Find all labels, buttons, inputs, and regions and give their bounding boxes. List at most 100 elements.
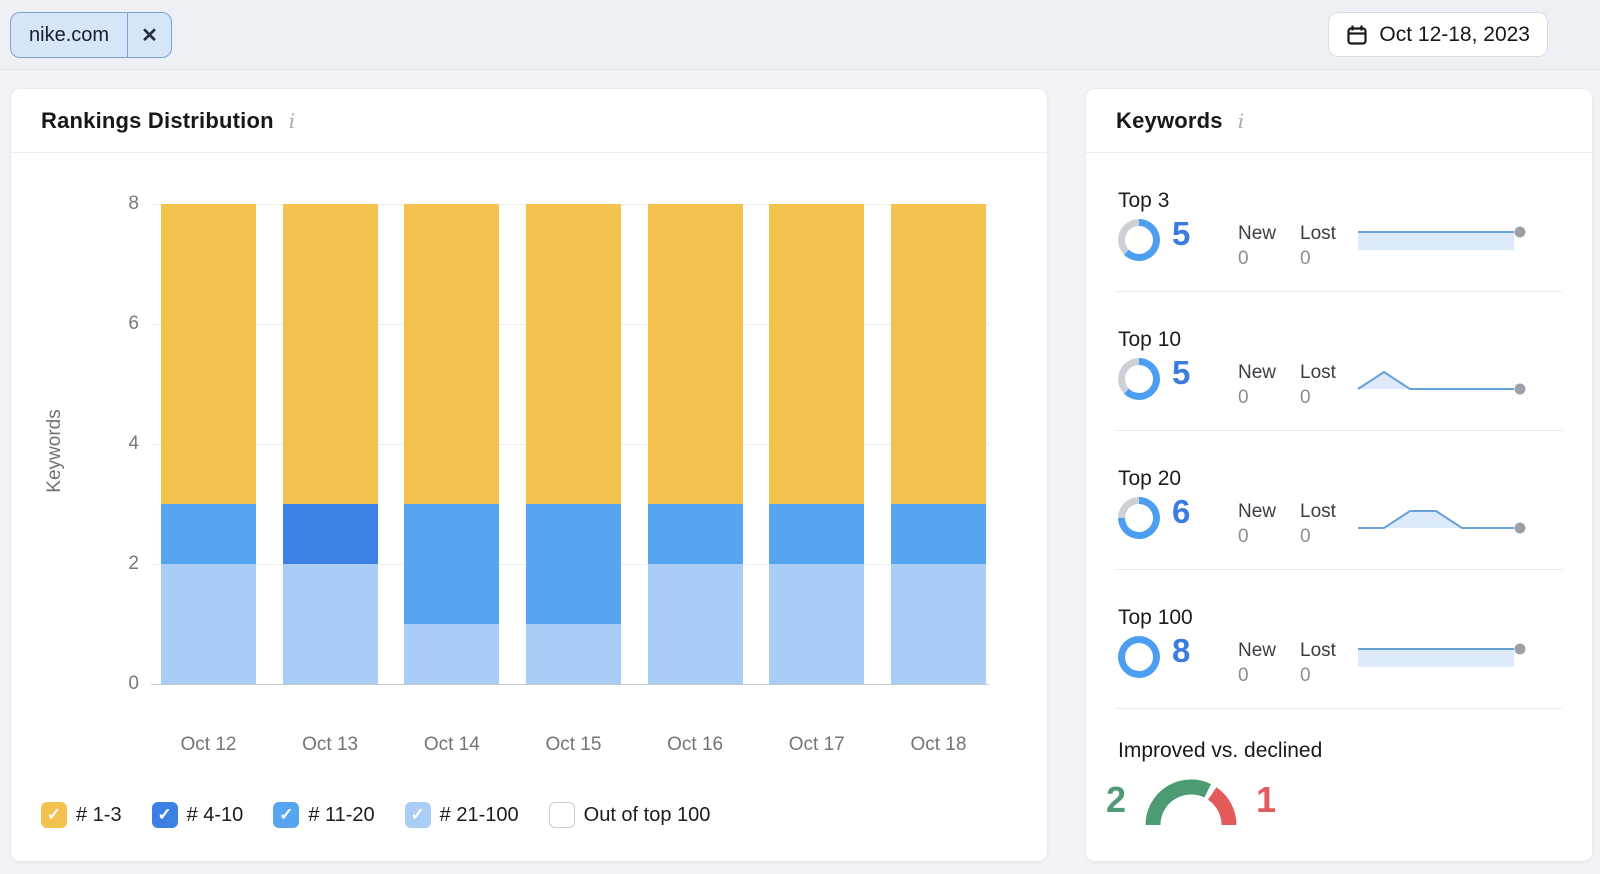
new-value: 0 [1238,526,1276,548]
lost-column: Lost0 [1300,501,1336,548]
legend-item[interactable]: ✓# 21-100 [405,802,519,828]
checkbox-checked[interactable]: ✓ [152,802,178,828]
new-label: New [1238,223,1276,245]
keyword-row-label: Top 3 [1118,189,1169,213]
bar-segment[interactable] [161,204,256,504]
legend-label: # 1-3 [76,804,122,827]
bar[interactable] [283,204,378,684]
bar-segment[interactable] [404,504,499,624]
bar-segment[interactable] [161,504,256,564]
bar-segment[interactable] [526,504,621,624]
checkbox-unchecked[interactable] [549,802,575,828]
lost-value: 0 [1300,526,1336,548]
y-tick-label: 2 [99,553,139,575]
bar-segment[interactable] [769,204,864,504]
domain-filter-label: nike.com [11,13,127,57]
keyword-sparkline [1354,362,1530,401]
new-label: New [1238,640,1276,662]
legend-item[interactable]: ✓ # 11-20 [273,802,374,828]
sparkline [1354,501,1530,535]
bar-segment[interactable] [283,504,378,564]
bar-segment[interactable] [526,204,621,504]
keyword-donut [1118,636,1160,678]
y-tick-label: 4 [99,433,139,455]
date-range-label: Oct 12-18, 2023 [1379,23,1530,47]
new-value: 0 [1238,665,1276,687]
top-bar: nike.com ✕ Oct 12-18, 2023 [0,0,1600,70]
bar-segment[interactable] [648,204,743,504]
keyword-row: Top 206New0Lost0 [1086,431,1592,570]
x-tick-label: Oct 15 [526,734,621,756]
keyword-row-label: Top 20 [1118,467,1181,491]
sparkline [1354,362,1530,396]
bars [161,204,986,684]
info-icon[interactable]: i [1235,109,1247,133]
bar-segment[interactable] [891,204,986,504]
new-column: New0 [1238,501,1276,548]
keywords-title: Keywords [1116,108,1223,134]
bar-segment[interactable] [769,504,864,564]
checkbox-checked[interactable]: ✓ [405,802,431,828]
lost-column: Lost0 [1300,223,1336,270]
chart-legend: ✓# 1-3✓# 4-10✓# 11-20✓# 21-100Out of top… [41,802,710,828]
domain-filter-tag[interactable]: nike.com ✕ [10,12,172,58]
bar-segment[interactable] [161,564,256,684]
legend-item[interactable]: ✓ # 1-3 [41,802,122,828]
bar[interactable] [526,204,621,684]
improved-declined-title: Improved vs. declined [1118,739,1592,763]
bar-segment[interactable] [891,564,986,684]
declined-value: 1 [1256,779,1276,821]
rankings-card-header: Rankings Distribution i [11,89,1047,153]
improved-declined-gauge-row: 2 1 [1106,773,1592,827]
bar-segment[interactable] [648,504,743,564]
bar-segment[interactable] [404,624,499,684]
legend-item[interactable]: Out of top 100 [549,802,711,828]
bar[interactable] [161,204,256,684]
sparkline-dot [1515,523,1526,534]
x-axis-line [151,684,989,685]
legend-label: Out of top 100 [584,804,711,827]
keyword-sparkline [1354,501,1530,540]
keyword-row: Top 35New0Lost0 [1086,153,1592,292]
rankings-title: Rankings Distribution [41,108,274,134]
keyword-donut [1118,219,1160,261]
new-column: New 0 [1238,223,1276,270]
close-icon: ✕ [141,23,158,48]
legend-item[interactable]: ✓# 4-10 [152,802,244,828]
date-range-picker[interactable]: Oct 12-18, 2023 [1328,12,1548,57]
bar-segment[interactable] [404,204,499,504]
keyword-count: 8 [1172,632,1190,670]
gauge-improved-arc [1153,787,1208,825]
improved-value: 2 [1106,779,1126,821]
lost-column: Lost0 [1300,362,1336,409]
bar[interactable] [404,204,499,684]
gauge-declined-arc [1212,794,1229,826]
bar[interactable] [769,204,864,684]
lost-label: Lost [1300,362,1336,384]
checkbox-checked[interactable]: ✓ [273,802,299,828]
keywords-rows: Top 35New0Lost0Top 105New0Lost0Top 206Ne… [1086,153,1592,709]
bar[interactable] [891,204,986,684]
legend-label: # 11-20 [308,804,374,827]
sparkline-dot [1515,384,1526,395]
bar-segment[interactable] [648,564,743,684]
calendar-icon [1346,24,1368,46]
bar[interactable] [648,204,743,684]
bar-segment[interactable] [769,564,864,684]
bar-segment[interactable] [891,504,986,564]
x-tick-label: Oct 18 [891,734,986,756]
new-value: 0 [1238,248,1276,270]
keywords-card-header: Keywords i [1086,89,1592,153]
new-column: New0 [1238,362,1276,409]
info-icon[interactable]: i [286,109,298,133]
bar-segment[interactable] [526,624,621,684]
bar-segment[interactable] [283,564,378,684]
bar-segment[interactable] [283,204,378,504]
x-axis-labels: Oct 12Oct 13Oct 14Oct 15Oct 16Oct 17Oct … [161,734,986,756]
checkbox-checked[interactable]: ✓ [41,802,67,828]
new-column: New 0 [1238,640,1276,687]
keyword-donut [1118,497,1160,539]
rankings-distribution-card: Rankings Distribution i 02468 Keywords O… [10,88,1048,862]
remove-filter-button[interactable]: ✕ [127,13,171,57]
new-label: New [1238,362,1276,384]
